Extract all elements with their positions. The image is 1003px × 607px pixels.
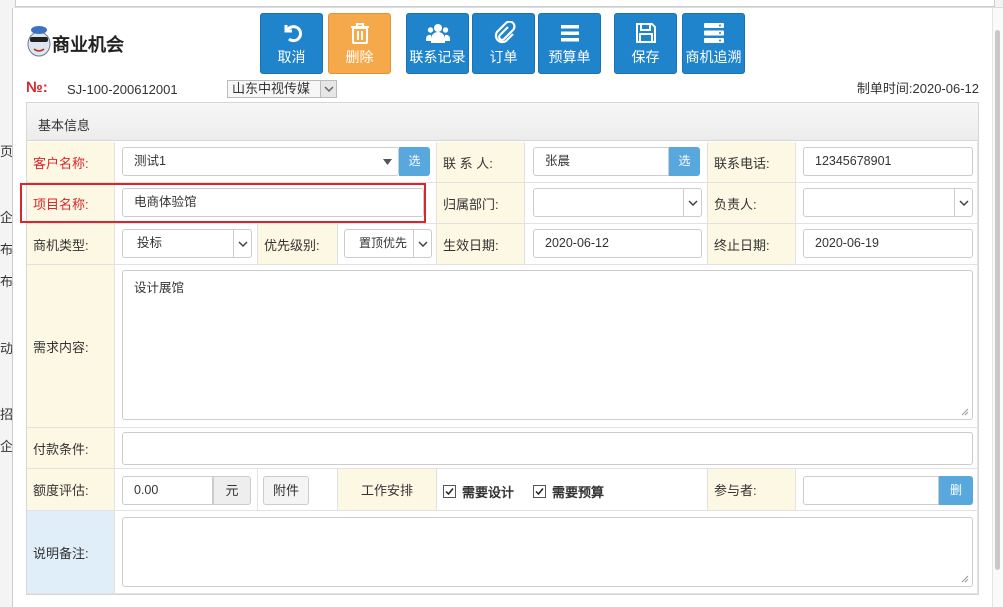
demand-label: 需求内容:	[27, 265, 115, 428]
mascot-logo-icon	[27, 26, 51, 57]
need-budget-label: 需要预算	[552, 485, 605, 500]
contact-input[interactable]: 张晨	[533, 147, 669, 176]
demand-text: 设计展馆	[134, 281, 185, 295]
contact-pick-button[interactable]: 选	[669, 147, 700, 176]
participants-input[interactable]	[803, 476, 939, 505]
scrollbar-thumb[interactable]	[995, 30, 1000, 570]
company-select-value: 山东中视传媒	[232, 81, 311, 96]
orders-button[interactable]: 订单	[472, 13, 535, 74]
check-icon	[535, 488, 544, 496]
customer-pick-button[interactable]: 选	[399, 147, 430, 176]
chevron-down-icon	[954, 189, 972, 216]
chevron-down-icon	[233, 230, 251, 257]
customer-select[interactable]: 测试1	[122, 147, 399, 176]
delete-button[interactable]: 删除	[328, 13, 391, 74]
type-label: 商机类型:	[27, 224, 115, 265]
department-select[interactable]	[533, 188, 702, 217]
phone-input[interactable]: 12345678901	[803, 147, 973, 176]
end-date-label: 终止日期:	[708, 224, 796, 265]
amount-unit: 元	[213, 476, 251, 505]
panel-header: 基本信息	[27, 103, 978, 141]
project-name-highlight	[20, 183, 426, 223]
created-time: 制单时间:2020-06-12	[857, 78, 979, 97]
remove-participant-button[interactable]: 删	[939, 476, 973, 505]
trash-icon	[350, 23, 369, 44]
app-title: 商业机会	[52, 35, 124, 55]
contact-records-button[interactable]: 联系记录	[406, 13, 469, 74]
opportunity-type-select[interactable]: 投标	[122, 229, 252, 258]
need-design-checkbox[interactable]: 需要设计	[443, 482, 514, 501]
undo-icon	[284, 25, 302, 43]
budget-button-label: 预算单	[548, 49, 591, 65]
resize-grip-icon[interactable]	[961, 575, 969, 583]
need-design-label: 需要设计	[462, 485, 515, 500]
priority-select[interactable]: 置顶优先	[344, 229, 432, 258]
checkbox-box[interactable]	[533, 485, 546, 498]
checkbox-box[interactable]	[443, 485, 456, 498]
orders-button-label: 订单	[489, 49, 518, 65]
panel-title: 基本信息	[38, 118, 91, 133]
priority-label: 优先级别:	[258, 224, 338, 265]
amount-label: 额度评估:	[27, 469, 115, 511]
created-time-label: 制单时间:	[856, 81, 913, 96]
background-top-input	[15, 0, 995, 7]
owner-select[interactable]	[803, 188, 973, 217]
need-budget-checkbox[interactable]: 需要预算	[533, 482, 604, 501]
participants-label: 参与者:	[708, 469, 796, 511]
amount-input[interactable]: 0.00	[122, 476, 213, 505]
document-number: SJ-100-200612001	[67, 82, 178, 97]
resize-grip-icon[interactable]	[961, 408, 969, 416]
demand-textarea[interactable]: 设计展馆	[122, 270, 973, 420]
trace-button[interactable]: 商机追溯	[682, 13, 745, 74]
chevron-down-icon	[683, 189, 701, 216]
budget-button[interactable]: 预算单	[538, 13, 601, 74]
cancel-button[interactable]: 取消	[260, 13, 323, 74]
save-button-label: 保存	[631, 49, 660, 65]
users-icon	[425, 24, 450, 43]
cancel-button-label: 取消	[277, 49, 306, 65]
customer-label: 客户名称:	[27, 142, 115, 183]
server-icon	[703, 23, 724, 43]
payment-label: 付款条件:	[27, 428, 115, 469]
number-label: №:	[26, 79, 48, 96]
menu-icon	[560, 25, 579, 42]
priority-value: 置顶优先	[359, 236, 408, 250]
remark-textarea[interactable]	[122, 517, 973, 587]
end-date-input[interactable]: 2020-06-19	[803, 229, 973, 258]
customer-select-value: 测试1	[134, 154, 166, 168]
trace-button-label: 商机追溯	[685, 49, 742, 65]
caret-down-icon	[383, 159, 392, 165]
contact-records-button-label: 联系记录	[409, 49, 466, 65]
paperclip-icon	[494, 21, 516, 44]
company-select[interactable]: 山东中视传媒	[227, 80, 337, 98]
start-date-input[interactable]: 2020-06-12	[533, 229, 702, 258]
check-icon	[445, 488, 454, 496]
opportunity-type-value: 投标	[137, 236, 163, 250]
delete-button-label: 删除	[345, 49, 374, 65]
work-arrangement-label: 工作安排	[338, 469, 437, 511]
chevron-down-icon	[413, 230, 431, 257]
start-date-label: 生效日期:	[437, 224, 525, 265]
department-label: 归属部门:	[437, 183, 525, 224]
payment-terms-input[interactable]	[122, 432, 973, 465]
save-icon	[635, 23, 656, 43]
attachment-button[interactable]: 附件	[263, 476, 309, 505]
save-button[interactable]: 保存	[614, 13, 677, 74]
owner-label: 负责人:	[708, 183, 796, 224]
contact-label: 联 系 人:	[437, 142, 525, 183]
remark-label: 说明备注:	[27, 511, 115, 594]
phone-label: 联系电话:	[708, 142, 796, 183]
chevron-down-icon	[320, 81, 336, 97]
created-time-value: 2020-06-12	[912, 81, 980, 96]
